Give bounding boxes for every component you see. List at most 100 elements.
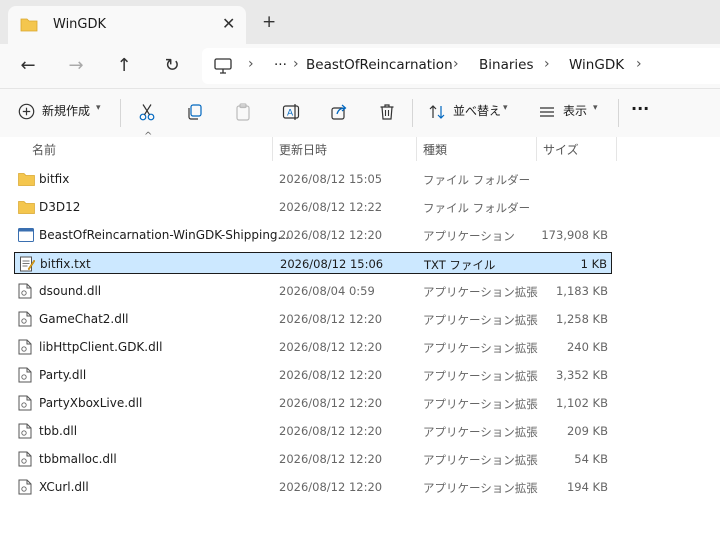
file-row[interactable]: dsound.dll 2026/08/04 0:59 アプリケーション拡張 1,183…	[14, 280, 612, 302]
file-date: 2026/08/12 12:22	[279, 200, 383, 214]
file-row[interactable]: XCurl.dll 2026/08/12 12:20 アプリケーション拡張 194 K…	[14, 476, 612, 498]
cut-icon[interactable]	[138, 103, 156, 125]
chevron-down-icon[interactable]: ▾	[593, 103, 598, 113]
share-icon[interactable]	[330, 103, 348, 125]
file-date: 2026/08/04 0:59	[279, 284, 375, 298]
column-divider[interactable]	[416, 137, 417, 161]
rename-icon[interactable]: A	[282, 103, 300, 125]
column-header-type[interactable]: 種類	[423, 141, 447, 158]
file-type: ファイル フォルダー	[423, 173, 531, 187]
navigation-bar: ← → ↑ ↻ › ··· › BeastOfReincarnation › B…	[0, 44, 720, 88]
view-button[interactable]: 表示	[563, 102, 587, 119]
file-row[interactable]: bitfix 2026/08/12 15:05 ファイル フォルダー	[14, 168, 612, 190]
file-name: XCurl.dll	[39, 480, 89, 494]
breadcrumb-item[interactable]: Binaries	[479, 57, 533, 73]
file-row[interactable]: GameChat2.dll 2026/08/12 12:20 アプリケーション拡張 1…	[14, 308, 612, 330]
column-header-date[interactable]: 更新日時	[279, 141, 327, 158]
file-row[interactable]: tbb.dll 2026/08/12 12:20 アプリケーション拡張 209 KB	[14, 420, 612, 442]
file-row[interactable]: PartyXboxLive.dll 2026/08/12 12:20 アプリケーショ…	[14, 392, 612, 414]
dll-icon	[18, 311, 32, 331]
file-size: 173,908 KB	[541, 228, 608, 242]
file-row[interactable]: Party.dll 2026/08/12 12:20 アプリケーション拡張 3,352…	[14, 364, 612, 386]
command-bar: 新規作成 ▾ A 並べ替え ▾ 表示 ▾ ···	[0, 88, 720, 138]
dll-icon	[18, 479, 32, 499]
file-type: アプリケーション	[423, 229, 515, 243]
file-type: ファイル フォルダー	[423, 201, 531, 215]
file-size: 240 KB	[566, 340, 608, 354]
tab-title: WinGDK	[53, 17, 107, 32]
file-size: 194 KB	[566, 480, 608, 494]
file-name: GameChat2.dll	[39, 312, 129, 326]
file-date: 2026/08/12 15:05	[279, 172, 383, 186]
sort-button[interactable]: 並べ替え	[453, 102, 501, 119]
dll-icon	[18, 367, 32, 387]
copy-icon[interactable]	[186, 103, 204, 125]
new-tab-button[interactable]: +	[262, 12, 276, 32]
breadcrumb-item[interactable]: WinGDK	[569, 57, 624, 73]
file-row[interactable]: tbbmalloc.dll 2026/08/12 12:20 アプリケーション拡張 5…	[14, 448, 612, 470]
file-date: 2026/08/12 12:20	[279, 368, 383, 382]
column-divider[interactable]	[616, 137, 617, 161]
view-icon	[538, 103, 556, 125]
file-date: 2026/08/12 15:06	[280, 257, 384, 271]
file-date: 2026/08/12 12:20	[279, 452, 383, 466]
breadcrumb-separator[interactable]: ›	[453, 56, 459, 72]
file-size: 209 KB	[566, 424, 608, 438]
dll-icon	[18, 451, 32, 471]
file-date: 2026/08/12 12:20	[279, 480, 383, 494]
file-size: 54 KB	[574, 452, 608, 466]
file-row[interactable]: bitfix.txt 2026/08/12 15:06 TXT ファイル 1 KB	[14, 252, 612, 274]
file-size: 1 KB	[580, 257, 607, 271]
file-type: アプリケーション拡張	[423, 369, 538, 383]
file-list: ^ 名前 更新日時 種類 サイズ bitfix 2026/08/12 15:05 フ…	[0, 131, 720, 540]
new-button[interactable]: 新規作成	[42, 102, 90, 119]
dll-icon	[18, 395, 32, 415]
file-name: bitfix.txt	[40, 257, 91, 271]
file-size: 1,183 KB	[555, 284, 608, 298]
file-type: TXT ファイル	[424, 258, 496, 272]
file-date: 2026/08/12 12:20	[279, 312, 383, 326]
file-type: アプリケーション拡張	[423, 341, 538, 355]
breadcrumb-separator[interactable]: ›	[248, 56, 254, 72]
breadcrumb-overflow[interactable]: ···	[274, 57, 287, 73]
paste-icon[interactable]	[234, 103, 252, 125]
column-divider[interactable]	[536, 137, 537, 161]
divider	[120, 99, 121, 127]
file-name: BeastOfReincarnation-WinGDK-Shipping...	[39, 228, 289, 242]
file-size: 3,352 KB	[555, 368, 608, 382]
folder-icon	[20, 17, 38, 36]
chevron-down-icon[interactable]: ▾	[503, 103, 508, 113]
file-row[interactable]: libHttpClient.GDK.dll 2026/08/12 12:20 アプリ…	[14, 336, 612, 358]
more-options-button[interactable]: ···	[631, 99, 649, 118]
forward-button[interactable]: →	[64, 54, 88, 78]
refresh-button[interactable]: ↻	[160, 54, 184, 78]
file-name: D3D12	[39, 200, 81, 214]
file-name: bitfix	[39, 172, 70, 186]
up-button[interactable]: ↑	[112, 54, 136, 78]
close-tab-icon[interactable]: ✕	[222, 14, 235, 33]
new-plus-icon	[18, 103, 35, 124]
file-date: 2026/08/12 12:20	[279, 228, 383, 242]
breadcrumb-separator[interactable]: ›	[544, 56, 550, 72]
back-button[interactable]: ←	[16, 54, 40, 78]
file-name: tbb.dll	[39, 424, 78, 438]
breadcrumb-separator[interactable]: ›	[636, 56, 642, 72]
column-header-name[interactable]: 名前	[32, 141, 56, 158]
breadcrumb-separator[interactable]: ›	[293, 56, 299, 72]
file-name: tbbmalloc.dll	[39, 452, 117, 466]
breadcrumb-item[interactable]: BeastOfReincarnation	[306, 57, 453, 73]
address-bar[interactable]: › ··· › BeastOfReincarnation › Binaries …	[202, 48, 720, 84]
exe-icon	[18, 227, 34, 246]
sort-ascending-icon: ^	[144, 131, 153, 142]
file-type: アプリケーション拡張	[423, 313, 538, 327]
file-row[interactable]: D3D12 2026/08/12 12:22 ファイル フォルダー	[14, 196, 612, 218]
file-row[interactable]: BeastOfReincarnation-WinGDK-Shipping... 2…	[14, 224, 612, 246]
chevron-down-icon[interactable]: ▾	[96, 103, 101, 113]
delete-icon[interactable]	[378, 103, 396, 125]
computer-icon[interactable]	[214, 58, 232, 78]
column-divider[interactable]	[272, 137, 273, 161]
sort-icon	[428, 103, 446, 125]
column-header-size[interactable]: サイズ	[543, 141, 579, 158]
tab-wingdk[interactable]: WinGDK ✕	[8, 6, 246, 44]
divider	[618, 99, 619, 127]
